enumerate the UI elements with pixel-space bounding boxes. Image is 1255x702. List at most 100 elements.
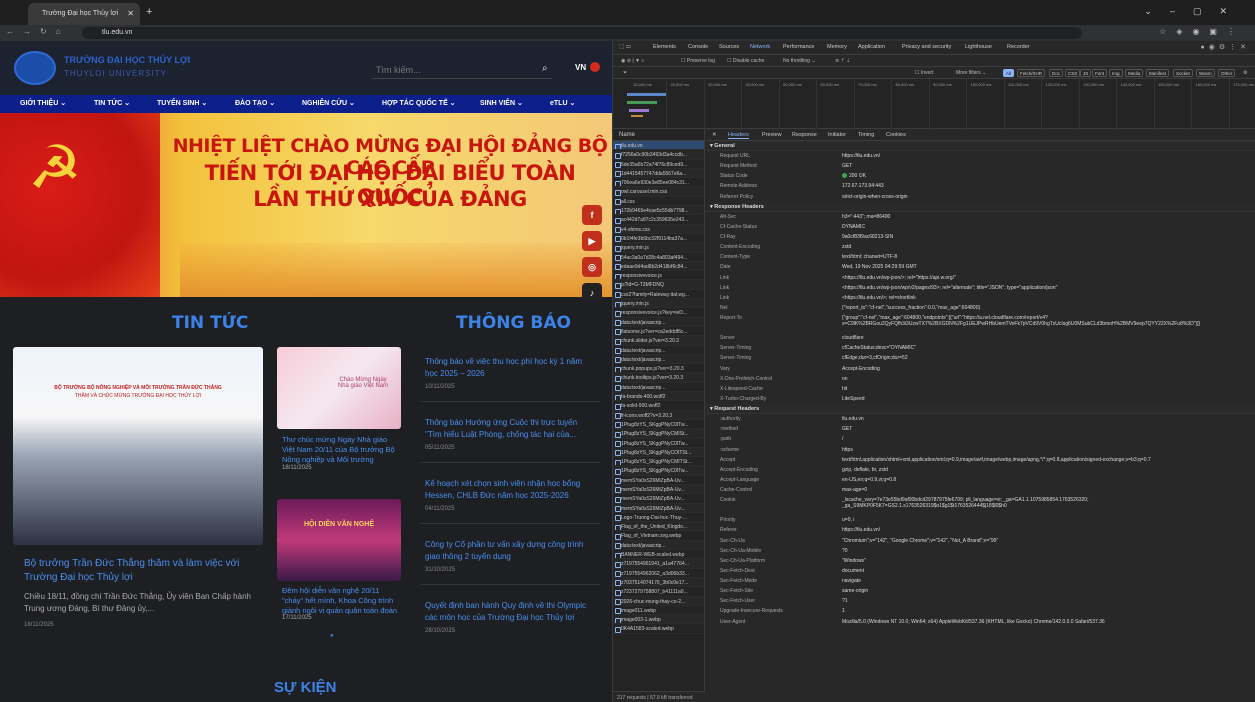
request-row[interactable]: 1Ptug8zYS_SKggPNyC0ITw... bbox=[613, 439, 704, 448]
request-row[interactable]: memSYa0sS26MiZpBA-Uv... bbox=[613, 494, 704, 504]
side-news-title-1[interactable]: Thư chúc mừng Ngày Nhà giáo Việt Nam 20/… bbox=[282, 435, 400, 465]
request-row[interactable]: chunk.slider.js?ver=3.20.3 bbox=[613, 336, 704, 346]
nav-item-dao-tao[interactable]: ĐÀO TẠO ⌄ bbox=[235, 99, 275, 107]
request-row[interactable]: 706ea6e930e3e85ee084c31... bbox=[613, 178, 704, 188]
main-news-title[interactable]: Bộ trưởng Trần Đức Thắng thăm và làm việ… bbox=[24, 557, 254, 585]
name-column-header[interactable]: Name bbox=[613, 129, 704, 141]
request-row[interactable]: memSYa0sS26MiZpBA-Uv... bbox=[613, 503, 704, 513]
instagram-icon[interactable]: ◎ bbox=[582, 257, 602, 277]
request-row[interactable]: 5de35a6b72a74f76c89ced9... bbox=[613, 160, 704, 169]
settings-icon[interactable]: ⚙ bbox=[1243, 70, 1247, 76]
request-row[interactable]: 1Ptug8zYS_SKggPNyC0ITw... bbox=[613, 420, 704, 430]
chip-fetch[interactable]: Fetch/XHR bbox=[1017, 69, 1046, 77]
request-row[interactable]: flatsome.js?ver=ca2edddf6c... bbox=[613, 327, 704, 337]
chip-all[interactable]: All bbox=[1003, 69, 1015, 77]
request-row[interactable]: owl.carousel.min.css bbox=[613, 187, 704, 197]
search-input[interactable]: Tìm kiếm... bbox=[372, 61, 552, 79]
request-row[interactable]: 54ac3a0a7d28c4a803af494... bbox=[613, 253, 704, 262]
request-row[interactable]: 1Ptug8zYS_SKggPNyC0ITw... bbox=[613, 466, 704, 476]
more-filters-dropdown[interactable]: More filters ⌄ bbox=[956, 70, 986, 76]
tab-lighthouse[interactable]: Lighthouse bbox=[965, 44, 992, 50]
chip-font[interactable]: Font bbox=[1092, 69, 1108, 77]
network-timeline[interactable]: 10,000 ms 20,000 ms 30,000 ms 40,000 ms 50,0… bbox=[613, 79, 1255, 129]
chip-img[interactable]: Img bbox=[1109, 69, 1123, 77]
side-news-image-1[interactable]: Chào Mừng Ngày Nhà giáo Việt Nam bbox=[277, 347, 401, 429]
close-tab-icon[interactable]: ✕ bbox=[127, 9, 134, 18]
inspect-icon[interactable]: ⬚ ▭ bbox=[619, 44, 631, 50]
carousel-dots[interactable]: ● bbox=[330, 633, 334, 639]
youtube-icon[interactable]: ▶ bbox=[582, 231, 602, 251]
request-row[interactable]: z7237279758807_b41111a0... bbox=[613, 587, 704, 597]
request-row[interactable]: fa-solid-900.woff2 bbox=[613, 401, 704, 411]
request-row[interactable]: css2?family=Raleway:ital,wg... bbox=[613, 290, 704, 300]
tiktok-icon[interactable]: ♪ bbox=[582, 283, 602, 303]
request-row[interactable]: Flag_of_Vietnam.svg.webp bbox=[613, 531, 704, 541]
chip-js[interactable]: JS bbox=[1080, 69, 1092, 77]
request-row[interactable]: image003-1.webp bbox=[613, 615, 704, 625]
request-row[interactable]: data:text/javascrip... bbox=[613, 317, 704, 327]
record-icon[interactable]: ◉ ⊘ | ▼ ⌕ bbox=[621, 58, 644, 64]
request-row[interactable]: chunk.tooltips.js?ver=3.20.3 bbox=[613, 373, 704, 383]
browser-tab[interactable]: Trường Đại học Thủy lợi ✕ bbox=[28, 3, 140, 25]
tab-headers[interactable]: Headers bbox=[728, 132, 749, 139]
request-row[interactable]: z7197554962062_a3d06b33... bbox=[613, 569, 704, 578]
general-section-header[interactable]: ▾ General bbox=[706, 141, 1255, 151]
request-row[interactable]: data:text/javascrip... bbox=[613, 346, 704, 355]
request-row[interactable]: jquery.min.js bbox=[613, 299, 704, 309]
devtools-settings-icons[interactable]: ●◉⚙⋮✕ bbox=[1201, 43, 1250, 51]
tab-cookies[interactable]: Cookies bbox=[886, 132, 906, 138]
request-row[interactable]: fa-brands-400.woff2 bbox=[613, 392, 704, 402]
request-row[interactable]: image011.webp bbox=[613, 606, 704, 616]
chip-socket[interactable]: Socket bbox=[1173, 69, 1193, 77]
request-row[interactable]: chunk.popups.js?ver=3.20.3 bbox=[613, 364, 704, 374]
request-row[interactable]: f7256a0c90b3493d3a4ccdb... bbox=[613, 150, 704, 160]
address-bar[interactable]: tlu.edu.vn bbox=[82, 27, 1082, 39]
request-row[interactable]: 1Ptug8zYS_SKggPNyCOITSt... bbox=[613, 447, 704, 458]
disable-cache-checkbox[interactable]: ☐ Disable cache bbox=[727, 58, 764, 64]
chip-other[interactable]: Other bbox=[1218, 69, 1236, 77]
request-row[interactable]: 0b1f4fe3b6bc32f9114ba37a... bbox=[613, 234, 704, 244]
request-row[interactable]: ac442d7a87c2c359635e243... bbox=[613, 215, 704, 225]
close-detail-icon[interactable]: ✕ bbox=[712, 132, 717, 138]
request-row[interactable]: v4-shims.css bbox=[613, 224, 704, 234]
request-row[interactable]: js?id=G-T3MFDNQ bbox=[613, 280, 704, 290]
request-row[interactable]: 1d4415457747dda5567e6a... bbox=[613, 168, 704, 179]
tab-recorder[interactable]: Recorder bbox=[1007, 44, 1030, 50]
request-row[interactable]: fl-icons.woff2?v=3.20.3 bbox=[613, 410, 704, 420]
nav-item-sinh-vien[interactable]: SINH VIÊN ⌄ bbox=[480, 99, 523, 107]
tab-performance[interactable]: Performance bbox=[783, 44, 815, 50]
request-row[interactable]: Logo-Truong-Dai-hoc-Thuy-... bbox=[613, 513, 704, 523]
nav-item-gioi-thieu[interactable]: GIỚI THIỆU ⌄ bbox=[20, 99, 66, 107]
chip-manifest[interactable]: Manifest bbox=[1146, 69, 1170, 77]
notice-title-3[interactable]: Kế hoạch xét chọn sinh viên nhận học bổn… bbox=[425, 478, 595, 502]
nav-item-tin-tuc[interactable]: TIN TỨC ⌄ bbox=[94, 99, 130, 107]
request-row[interactable]: 0K4A1583-scaled.webp bbox=[613, 624, 704, 634]
nav-item-tuyen-sinh[interactable]: TUYỂN SINH ⌄ bbox=[157, 99, 207, 107]
response-headers-section[interactable]: ▾ Response Headers bbox=[706, 201, 1255, 212]
window-controls[interactable]: ⌄–▢✕ bbox=[1144, 6, 1245, 17]
nav-item-etlu[interactable]: eTLU ⌄ bbox=[550, 99, 575, 107]
request-row[interactable]: data:text/javascrip... bbox=[613, 354, 704, 365]
request-row[interactable]: 172b9465e4cae5c55db7798... bbox=[613, 206, 704, 216]
tab-network[interactable]: Network bbox=[750, 44, 770, 50]
tab-privacy[interactable]: Privacy and security bbox=[902, 44, 951, 50]
chip-doc[interactable]: Doc bbox=[1049, 69, 1064, 77]
request-row[interactable]: data:text/javascrip... bbox=[613, 540, 704, 551]
request-row[interactable]: data:text/javascrip... bbox=[613, 383, 704, 393]
request-row[interactable]: responsivevoice.js?key=ieD... bbox=[613, 308, 704, 318]
request-row[interactable]: jquery.min.js bbox=[613, 243, 704, 253]
request-headers-section[interactable]: ▾ Request Headers bbox=[706, 404, 1255, 415]
preserve-log-checkbox[interactable]: ☐ Preserve log bbox=[681, 58, 715, 64]
hero-banner[interactable]: ☭ NHIỆT LIỆT CHÀO MỪNG ĐẠI HỘI ĐẢNG BỘ C… bbox=[0, 113, 612, 297]
request-row[interactable]: tlu.edu.vn bbox=[613, 141, 704, 151]
request-row[interactable]: responsivevoice.js bbox=[613, 271, 704, 281]
nav-item-hop-tac[interactable]: HỢP TÁC QUỐC TẾ ⌄ bbox=[382, 99, 456, 107]
notice-title-4[interactable]: Công ty Cổ phần tư vấn xây dựng công trì… bbox=[425, 539, 595, 563]
nav-buttons[interactable]: ←→↻⌂ bbox=[6, 27, 70, 36]
request-row[interactable]: edaae9d4ad8b2d418bf6c84... bbox=[613, 261, 704, 272]
tab-timing[interactable]: Timing bbox=[858, 132, 874, 138]
side-news-image-2[interactable]: HỘI DIỄN VĂN NGHỆ bbox=[277, 499, 401, 581]
throttle-select[interactable]: No throttling ⌄ bbox=[783, 58, 816, 64]
tab-response[interactable]: Response bbox=[792, 132, 817, 138]
logo-title[interactable]: TRƯỜNG ĐẠI HỌC THỦY LỢI bbox=[64, 55, 190, 65]
